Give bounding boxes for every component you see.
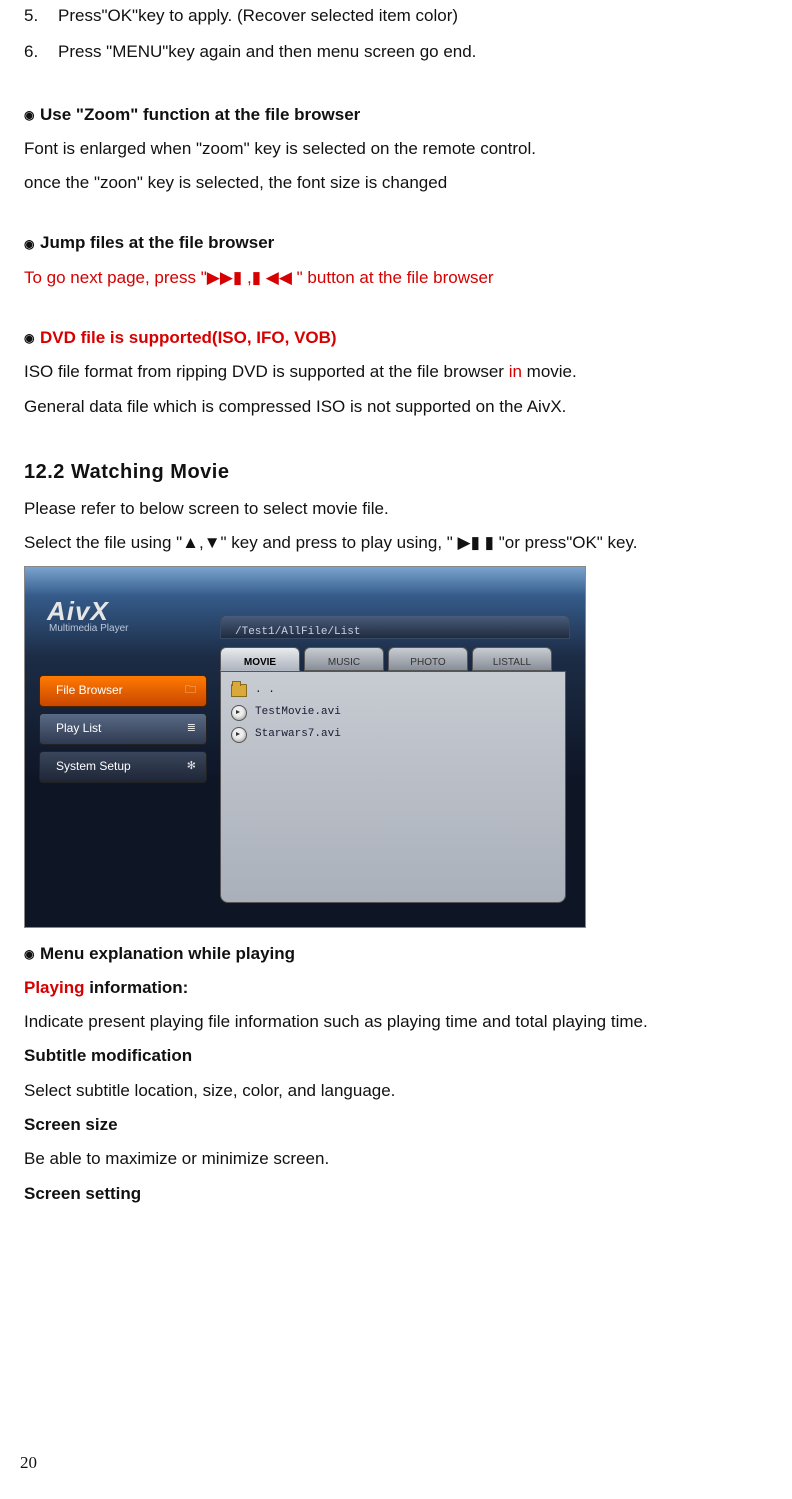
- section-zoom-title: ◉Use "Zoom" function at the file browser: [24, 99, 774, 131]
- list-text: Press "MENU"key again and then menu scre…: [58, 36, 774, 68]
- sidebar-item-file-browser[interactable]: File Browser 🗀: [39, 675, 207, 707]
- text-fragment: Playing: [24, 978, 84, 997]
- folder-icon: [231, 684, 247, 697]
- bullet-icon: ◉: [24, 943, 40, 966]
- sidebar-item-system-setup[interactable]: System Setup ✻: [39, 751, 207, 783]
- body-text: Select the file using "▲,▼" key and pres…: [24, 527, 774, 559]
- app-screenshot: AivX Multimedia Player File Browser 🗀 Pl…: [24, 566, 586, 928]
- movie-file-icon: [231, 705, 247, 721]
- tab-bar: MOVIE MUSIC PHOTO LISTALL: [220, 647, 552, 671]
- list-item: 5. Press"OK"key to apply. (Recover selec…: [24, 0, 774, 32]
- gear-icon: ✻: [187, 756, 196, 777]
- app-tagline: Multimedia Player: [49, 619, 128, 638]
- tab-listall[interactable]: LISTALL: [472, 647, 552, 671]
- text-fragment: " button at the file browser: [292, 268, 494, 287]
- heading-text: Jump files at the file browser: [40, 233, 274, 252]
- path-bar: /Test1/AllFile/List: [220, 615, 570, 639]
- movie-file-icon: [231, 727, 247, 743]
- file-name: TestMovie.avi: [255, 702, 341, 723]
- section-heading: 12.2 Watching Movie: [24, 453, 774, 491]
- sidebar-item-label: System Setup: [56, 755, 131, 778]
- file-name: . .: [255, 680, 275, 701]
- body-text: Indicate present playing file informatio…: [24, 1006, 774, 1038]
- heading-text: DVD file is supported(ISO, IFO, VOB): [40, 328, 337, 347]
- list-icon: ≣: [187, 718, 196, 739]
- text-fragment: in: [509, 362, 522, 381]
- tab-music[interactable]: MUSIC: [304, 647, 384, 671]
- file-list-panel: . . TestMovie.avi Starwars7.avi: [220, 671, 566, 903]
- subsection-screen-size: Screen size: [24, 1109, 774, 1141]
- list-item: 6. Press "MENU"key again and then menu s…: [24, 36, 774, 68]
- bullet-icon: ◉: [24, 104, 40, 127]
- sidebar-item-play-list[interactable]: Play List ≣: [39, 713, 207, 745]
- list-item[interactable]: Starwars7.avi: [231, 724, 555, 746]
- document-page: 5. Press"OK"key to apply. (Recover selec…: [0, 0, 792, 1210]
- nav-symbols-icon: ▶▶▮ ,▮ ◀◀: [207, 268, 292, 287]
- body-text: General data file which is compressed IS…: [24, 391, 774, 423]
- text-fragment: To go next page, press ": [24, 268, 207, 287]
- subsection-screen-setting: Screen setting: [24, 1178, 774, 1210]
- section-dvd-title: ◉DVD file is supported(ISO, IFO, VOB): [24, 322, 774, 354]
- body-text: once the "zoon" key is selected, the fon…: [24, 167, 774, 199]
- body-text: Please refer to below screen to select m…: [24, 493, 774, 525]
- section-jump-title: ◉Jump files at the file browser: [24, 227, 774, 259]
- body-text: To go next page, press "▶▶▮ ,▮ ◀◀ " butt…: [24, 262, 774, 294]
- text-fragment: movie.: [522, 362, 577, 381]
- list-item-parent[interactable]: . .: [231, 680, 555, 702]
- list-item[interactable]: TestMovie.avi: [231, 702, 555, 724]
- folder-icon: 🗀: [185, 680, 196, 701]
- body-text: Be able to maximize or minimize screen.: [24, 1143, 774, 1175]
- list-number: 6.: [24, 36, 58, 68]
- section-menu-title: ◉Menu explanation while playing: [24, 938, 774, 970]
- bullet-icon: ◉: [24, 327, 40, 350]
- body-text: Select subtitle location, size, color, a…: [24, 1075, 774, 1107]
- heading-text: Menu explanation while playing: [40, 944, 295, 963]
- list-number: 5.: [24, 0, 58, 32]
- text-fragment: information:: [84, 978, 188, 997]
- sidebar-item-label: File Browser: [56, 679, 123, 702]
- subsection-subtitle: Subtitle modification: [24, 1040, 774, 1072]
- tab-movie[interactable]: MOVIE: [220, 647, 300, 671]
- body-text: Font is enlarged when "zoom" key is sele…: [24, 133, 774, 165]
- file-name: Starwars7.avi: [255, 724, 341, 745]
- text-fragment: ISO file format from ripping DVD is supp…: [24, 362, 509, 381]
- bullet-icon: ◉: [24, 233, 40, 256]
- subsection-playing-info: Playing information:: [24, 972, 774, 1004]
- tab-photo[interactable]: PHOTO: [388, 647, 468, 671]
- sidebar-item-label: Play List: [56, 717, 101, 740]
- body-text: ISO file format from ripping DVD is supp…: [24, 356, 774, 388]
- list-text: Press"OK"key to apply. (Recover selected…: [58, 0, 774, 32]
- heading-text: Use "Zoom" function at the file browser: [40, 105, 360, 124]
- page-number: 20: [20, 1447, 37, 1479]
